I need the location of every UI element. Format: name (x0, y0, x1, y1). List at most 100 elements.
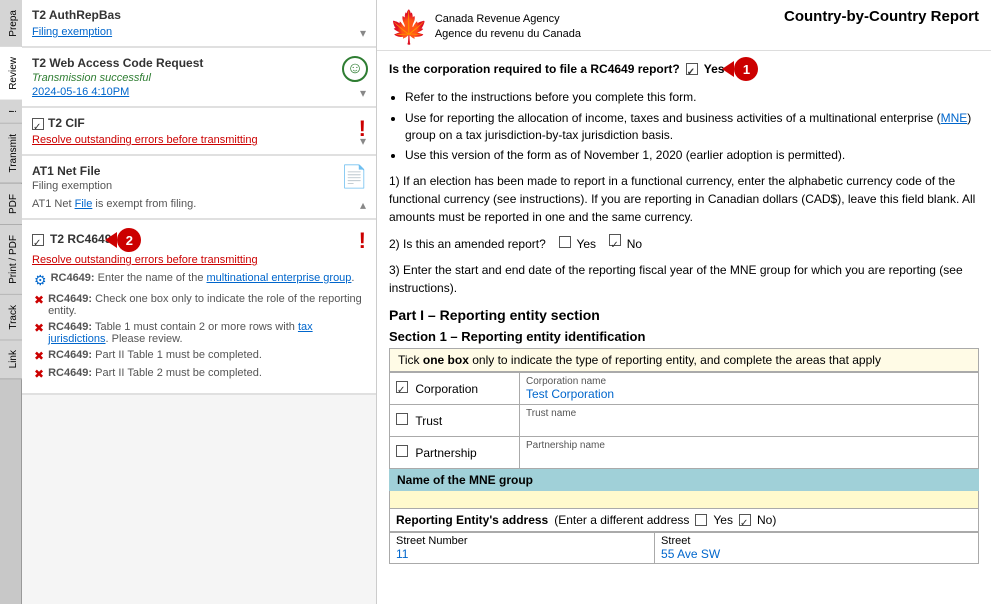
table-notice: Tick one box only to indicate the type o… (389, 348, 979, 372)
at1-exempt-link-prefix: AT1 Net (32, 198, 75, 210)
numbered-item-3: 3) Enter the start and end date of the r… (389, 261, 979, 297)
left-panel: T2 AuthRepBas Filing exemption ▾ T2 Web … (22, 0, 377, 604)
street-row: Street Number 11 Street 55 Ave SW (390, 533, 979, 564)
corporation-name-value[interactable]: Test Corporation (526, 387, 972, 401)
street-label: Street (661, 535, 972, 547)
form-header: 🍁 Canada Revenue Agency Agence du revenu… (377, 0, 991, 51)
document-icon: 📄 (341, 164, 368, 190)
error-item-3: ✖ RC4649: Table 1 must contain 2 or more… (34, 321, 366, 345)
rc4649-errors-list: ⚙ RC4649: Enter the name of the multinat… (32, 272, 366, 381)
bullet-list: Refer to the instructions before you com… (405, 89, 979, 164)
at1-subtitle: Filing exemption (32, 180, 366, 192)
address-sub: (Enter a different address (554, 513, 689, 527)
panel-item-t2-cif: T2 CIF Resolve outstanding errors before… (22, 108, 376, 156)
corporation-name-label: Corporation name (526, 376, 972, 387)
form-title: Country-by-Country Report (611, 8, 979, 25)
maple-leaf-icon: 🍁 (389, 8, 429, 46)
table-row-trust: Trust Trust name (390, 405, 979, 437)
q1-arrow-badge: 1 (734, 57, 758, 81)
success-icon: ☺ (342, 56, 368, 82)
corporation-name-cell: Corporation name Test Corporation (520, 373, 979, 405)
at1-exempt-link[interactable]: File (75, 198, 93, 210)
partnership-name-label: Partnership name (526, 440, 972, 451)
sidebar-nav: Prepa Review ! Transmit PDF Print / PDF … (0, 0, 22, 604)
part1-header: Part I – Reporting entity section (389, 307, 979, 323)
chevron-down-icon: ▾ (360, 26, 366, 40)
error-text-4: RC4649: Part II Table 1 must be complete… (48, 349, 262, 361)
canada-logo: 🍁 Canada Revenue Agency Agence du revenu… (389, 8, 581, 46)
web-access-title: T2 Web Access Code Request (32, 56, 366, 70)
question1-text: Is the corporation required to file a RC… (389, 62, 680, 76)
sidebar-tab-transmit[interactable]: Transmit (0, 124, 22, 184)
partnership-label: Partnership (390, 437, 520, 469)
agency-text: Canada Revenue Agency Agence du revenu d… (435, 12, 581, 43)
at1-exempt-suffix: is exempt from filing. (92, 198, 196, 210)
trust-name-label: Trust name (526, 408, 972, 419)
filing-link[interactable]: Filing exemption (32, 26, 112, 38)
yes-label: Yes (704, 62, 725, 76)
sidebar-tab-alert[interactable]: ! (0, 100, 22, 124)
mne-group-row: Name of the MNE group (389, 469, 979, 491)
sidebar-tab-link[interactable]: Link (0, 340, 22, 379)
panel-item-filing-exemption: T2 AuthRepBas Filing exemption ▾ (22, 0, 376, 48)
t2-cif-error[interactable]: Resolve outstanding errors before transm… (32, 134, 258, 146)
partnership-name-value[interactable] (526, 451, 972, 465)
street-value[interactable]: 55 Ave SW (661, 547, 972, 561)
entity-table: Corporation Corporation name Test Corpor… (389, 372, 979, 469)
error-item-1: ⚙ RC4649: Enter the name of the multinat… (34, 272, 366, 289)
at1-title: AT1 Net File (32, 164, 100, 178)
sidebar-tab-pdf[interactable]: PDF (0, 184, 22, 225)
address-no-checkbox[interactable] (739, 514, 751, 526)
trust-label: Trust (390, 405, 520, 437)
x-icon-4: ✖ (34, 349, 44, 363)
trust-checkbox[interactable] (396, 413, 408, 425)
mne-link[interactable]: MNE (941, 111, 968, 125)
rc4649-checkbox[interactable] (32, 234, 44, 246)
trust-name-value[interactable] (526, 419, 972, 433)
street-number-value[interactable]: 11 (396, 547, 648, 561)
amended-no-checkbox[interactable] (609, 234, 621, 246)
web-access-timestamp[interactable]: 2024-05-16 4:10PM (32, 86, 129, 98)
street-table: Street Number 11 Street 55 Ave SW (389, 532, 979, 564)
web-access-status: Transmission successful (32, 72, 366, 84)
at1-exempt-text: AT1 Net File is exempt from filing. (32, 198, 366, 210)
sidebar-tab-print[interactable]: Print / PDF (0, 225, 22, 295)
address-no-label: No) (757, 513, 776, 527)
mne-group-input-row[interactable] (389, 491, 979, 509)
chevron-down-icon: ▾ (360, 86, 366, 100)
numbered-item-1: 1) If an election has been made to repor… (389, 172, 979, 226)
section1-header: Section 1 – Reporting entity identificat… (389, 329, 979, 344)
corporation-checkbox[interactable] (396, 381, 408, 393)
partnership-checkbox[interactable] (396, 445, 408, 457)
address-section: Reporting Entity's address (Enter a diff… (389, 509, 979, 532)
error-text-2: RC4649: Check one box only to indicate t… (48, 293, 366, 317)
rc4649-title: T2 RC4649 (50, 232, 111, 246)
rc4649-error-link[interactable]: Resolve outstanding errors before transm… (32, 254, 258, 266)
bullet3: Use this version of the form as of Novem… (405, 147, 979, 164)
bullet1: Refer to the instructions before you com… (405, 89, 979, 106)
question1-line: Is the corporation required to file a RC… (389, 57, 979, 81)
numbered-item-2: 2) Is this an amended report? Yes No (389, 234, 979, 253)
filing-title: T2 AuthRepBas (32, 8, 366, 22)
address-label: Reporting Entity's address (396, 513, 548, 527)
chevron-up-icon: ▴ (360, 198, 366, 212)
error-text-3: RC4649: Table 1 must contain 2 or more r… (48, 321, 366, 345)
sidebar-tab-review[interactable]: Review (0, 47, 22, 101)
error-item-2: ✖ RC4649: Check one box only to indicate… (34, 293, 366, 317)
error-text-1: RC4649: Enter the name of the multinatio… (51, 272, 355, 284)
x-icon-3: ✖ (34, 321, 44, 335)
panel-item-web-access: T2 Web Access Code Request Transmission … (22, 48, 376, 108)
t2-cif-checkbox[interactable] (32, 118, 44, 130)
yes-checkbox[interactable] (686, 63, 698, 75)
sidebar-tab-track[interactable]: Track (0, 295, 22, 341)
error-text-5: RC4649: Part II Table 2 must be complete… (48, 367, 262, 379)
sidebar-tab-prepa[interactable]: Prepa (0, 0, 22, 47)
x-icon-5: ✖ (34, 367, 44, 381)
amended-yes-checkbox[interactable] (559, 236, 571, 248)
error-link-1[interactable]: multinational enterprise group (207, 272, 352, 284)
partnership-name-cell: Partnership name (520, 437, 979, 469)
agency-en: Canada Revenue Agency (435, 12, 581, 27)
address-yes-checkbox[interactable] (695, 514, 707, 526)
trust-name-cell: Trust name (520, 405, 979, 437)
error-item-4: ✖ RC4649: Part II Table 1 must be comple… (34, 349, 366, 363)
